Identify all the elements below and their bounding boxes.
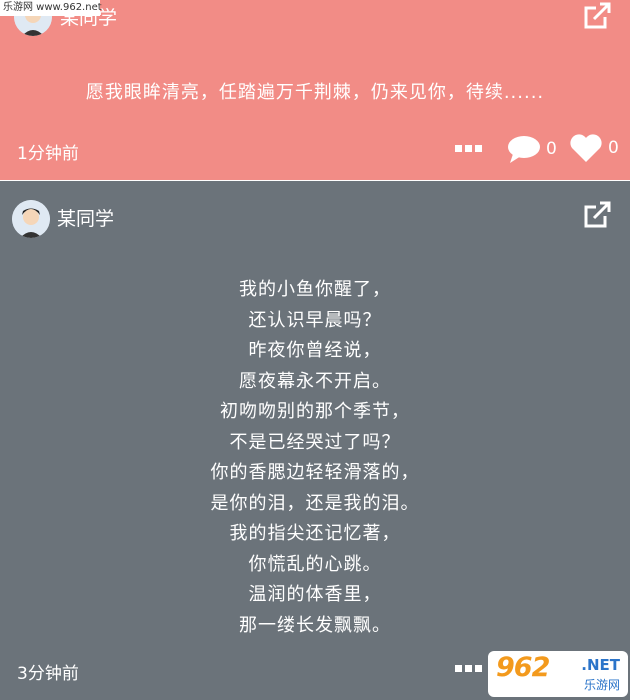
share-icon: [584, 201, 611, 228]
more-button[interactable]: [455, 143, 483, 153]
poem-line: 温润的体香里，: [248, 584, 382, 605]
post-time: 1分钟前: [17, 144, 79, 164]
poem-line: 还认识早晨吗？: [248, 309, 382, 331]
more-icon: [455, 145, 482, 152]
heart-icon: [570, 134, 602, 162]
avatar[interactable]: [12, 200, 50, 238]
watermark: 乐游网 www.962.net: [0, 0, 102, 16]
poem-line: 愿夜幕永不开启。: [239, 370, 391, 392]
like-button[interactable]: 0: [569, 133, 619, 163]
poem-line: 你的香腮边轻轻滑落的，: [210, 462, 420, 483]
brand-logo: 962 .NET 乐游网: [488, 651, 628, 697]
share-button[interactable]: [581, 0, 613, 32]
post-time: 3分钟前: [17, 664, 79, 684]
share-button[interactable]: [581, 199, 613, 231]
comment-button[interactable]: 0: [507, 134, 557, 164]
poem-line: 那一缕长发飘飘。: [239, 614, 391, 636]
comment-icon: [508, 136, 540, 163]
poem-line: 你慌乱的心跳。: [248, 553, 382, 575]
more-icon: [455, 665, 482, 672]
poem-line: 不是已经哭过了吗？: [229, 431, 401, 453]
author-name[interactable]: 某同学: [57, 204, 114, 231]
poem-text: 我的小鱼你醒了， 还认识早晨吗？ 昨夜你曾经说， 愿夜幕永不开启。 初吻吻别的那…: [0, 275, 630, 641]
poem-line: 我的指尖还记忆著，: [229, 523, 401, 544]
more-button[interactable]: [455, 663, 483, 673]
share-icon: [584, 2, 611, 29]
post-card-2: 某同学 我的小鱼你醒了， 还认识早晨吗？ 昨夜你曾经说， 愿夜幕永不开启。 初吻…: [0, 181, 630, 700]
brand-number: 962: [496, 652, 550, 683]
comment-count: 0: [546, 139, 557, 159]
brand-cn: 乐游网: [583, 678, 620, 692]
poem-line: 昨夜你曾经说，: [248, 340, 382, 361]
like-count: 0: [608, 138, 619, 158]
poem-line: 我的小鱼你醒了，: [239, 279, 391, 300]
avatar-icon: [12, 200, 50, 238]
brand-net: .NET: [581, 656, 620, 674]
post-text: 愿我眼眸清亮，任踏遍万千荆棘，仍来见你，待续......: [85, 82, 545, 103]
poem-line: 初吻吻别的那个季节，: [220, 401, 410, 422]
post-card-1: 某同学 愿我眼眸清亮，任踏遍万千荆棘，仍来见你，待续...... 1分钟前 0 …: [0, 0, 630, 180]
poem-line: 是你的泪，还是我的泪。: [210, 492, 420, 514]
